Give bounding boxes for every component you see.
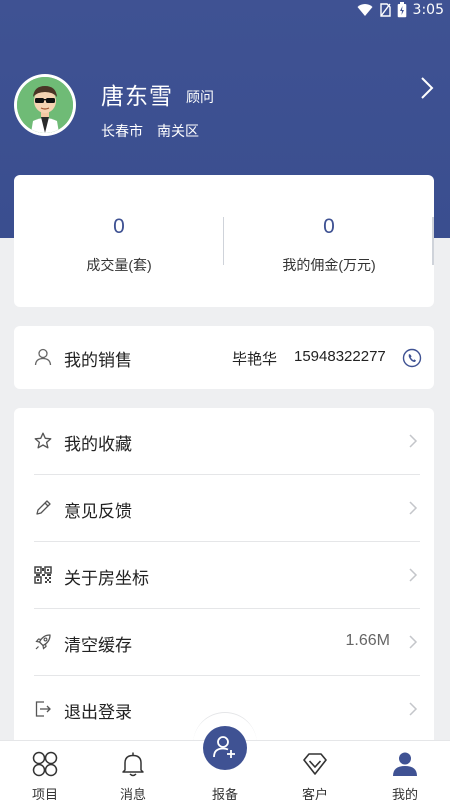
sales-phone: 15948322277	[294, 348, 386, 365]
clear-cache-label: 清空缓存	[64, 636, 132, 655]
report-button[interactable]	[203, 726, 247, 770]
menu-item-feedback[interactable]: 意见反馈	[14, 475, 434, 542]
menu-item-favorites[interactable]: 我的收藏	[14, 408, 434, 475]
pencil-icon	[36, 500, 51, 515]
stats-card: 0 成交量(套) 0 我的佣金(万元)	[14, 175, 434, 307]
chevron-right-icon	[409, 635, 418, 649]
grid-icon	[32, 751, 58, 777]
user-name: 唐东雪	[101, 83, 173, 109]
phone-icon[interactable]	[402, 348, 422, 368]
tab-label: 报备	[211, 787, 238, 800]
logout-icon	[35, 701, 51, 717]
sim-icon	[379, 3, 391, 17]
stat-deals[interactable]: 0 成交量(套)	[14, 175, 224, 275]
user-district: 南关区	[157, 123, 199, 139]
add-user-icon	[213, 736, 235, 758]
deals-count: 0	[113, 215, 125, 238]
chevron-right-icon	[409, 434, 418, 448]
about-label: 关于房坐标	[64, 569, 149, 588]
tab-mine[interactable]: 我的	[360, 741, 450, 800]
wifi-icon	[357, 4, 373, 17]
bell-icon	[122, 752, 144, 777]
battery-icon	[397, 2, 406, 18]
tab-label: 客户	[301, 787, 328, 800]
menu-item-clear-cache[interactable]: 清空缓存 1.66M	[14, 609, 434, 676]
stat-commission[interactable]: 0 我的佣金(万元)	[224, 175, 434, 275]
rocket-icon	[35, 634, 51, 650]
stat-edge-divider	[432, 217, 434, 265]
avatar[interactable]	[14, 74, 76, 136]
tab-label: 消息	[119, 787, 146, 800]
tab-label: 项目	[31, 787, 58, 800]
tab-projects[interactable]: 项目	[0, 741, 90, 800]
commission-label: 我的佣金(万元)	[282, 257, 376, 273]
chevron-right-icon[interactable]	[416, 76, 436, 100]
avatar-illustration	[17, 77, 73, 133]
logout-label: 退出登录	[64, 703, 132, 722]
status-bar: 3:05	[0, 0, 450, 22]
sales-label: 我的销售	[64, 351, 132, 370]
sales-name: 毕艳华	[232, 351, 278, 368]
chevron-right-icon	[409, 702, 418, 716]
chevron-right-icon	[409, 501, 418, 515]
tab-label: 我的	[391, 787, 418, 800]
favorites-label: 我的收藏	[64, 435, 132, 454]
sales-card: 我的销售 毕艳华 15948322277	[14, 326, 434, 389]
cache-size: 1.66M	[345, 632, 390, 649]
tab-customers[interactable]: 客户	[270, 741, 360, 800]
person-outline-icon	[34, 348, 52, 366]
menu-item-about[interactable]: 关于房坐标	[14, 542, 434, 609]
chevron-right-icon	[409, 568, 418, 582]
user-role: 顾问	[186, 89, 214, 105]
status-time: 3:05	[412, 2, 444, 18]
diamond-icon	[303, 753, 327, 775]
deals-label: 成交量(套)	[86, 257, 152, 273]
user-city: 长春市	[101, 123, 143, 139]
tab-messages[interactable]: 消息	[88, 741, 178, 800]
qr-code-icon	[34, 566, 52, 584]
menu-card: 我的收藏 意见反馈 关于房坐标 清空缓存 1.66M 退出登录	[14, 408, 434, 753]
person-icon	[393, 752, 417, 776]
commission-value: 0	[323, 215, 335, 238]
feedback-label: 意见反馈	[64, 502, 132, 521]
star-icon	[34, 432, 52, 449]
